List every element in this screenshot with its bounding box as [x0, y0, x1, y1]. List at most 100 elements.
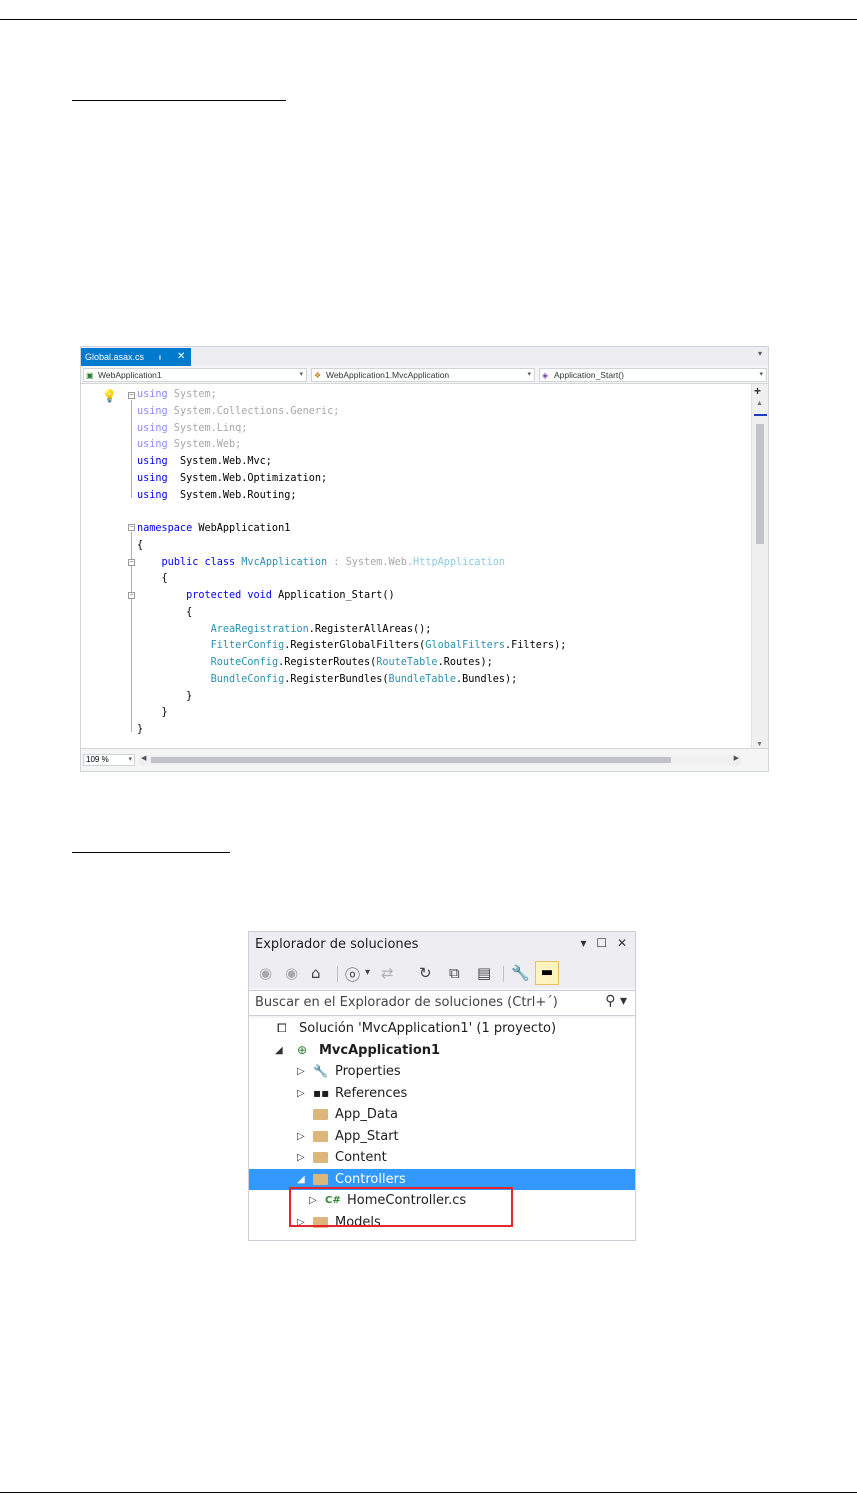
solution-icon: ⧠	[277, 1021, 287, 1035]
class-dropdown[interactable]: ❖ WebApplication1.MvcApplication ▾	[311, 368, 535, 382]
member-dropdown[interactable]: ◈ Application_Start() ▾	[539, 368, 767, 382]
pin-icon[interactable]: ᵻ	[159, 348, 161, 366]
outline-collapse-method[interactable]: −	[128, 592, 135, 599]
collapsed-arrow-icon[interactable]: ▷	[297, 1147, 305, 1168]
tree-item-references[interactable]: ▷ ▪▪ References	[249, 1083, 635, 1105]
zoom-dropdown[interactable]: 109 % ▾	[83, 754, 135, 766]
code-line[interactable]: FilterConfig.RegisterGlobalFilters(Globa…	[137, 638, 567, 654]
code-line[interactable]: using System.Web;	[137, 437, 241, 453]
code-token: System.Linq;	[167, 422, 248, 434]
code-line[interactable]: {	[137, 571, 168, 587]
code-token: AreaRegistration	[210, 623, 309, 635]
code-line[interactable]: protected void Application_Start()	[137, 588, 395, 604]
section-heading-underline-1	[72, 100, 286, 101]
code-line[interactable]: using System.Web.Mvc;	[137, 454, 272, 470]
zoom-level: 109 %	[86, 755, 109, 764]
maximize-icon[interactable]: ☐	[596, 936, 607, 950]
code-token: System.Collections.Generic;	[167, 405, 340, 417]
code-token: .RegisterGlobalFilters(	[284, 640, 426, 652]
highlight-box-homecontroller	[289, 1187, 513, 1227]
close-icon[interactable]: ✕	[177, 348, 185, 366]
code-line[interactable]: public class MvcApplication : System.Web…	[137, 555, 506, 571]
scroll-left-arrow-icon[interactable]: ◀	[141, 754, 146, 762]
tree-item-mvcapplication1[interactable]: ◢ ⊕ MvcApplication1	[249, 1040, 635, 1062]
vertical-scroll-thumb[interactable]	[756, 424, 764, 544]
code-token: System.Web.Routing;	[167, 489, 297, 501]
collapsed-arrow-icon[interactable]: ▷	[297, 1083, 305, 1104]
code-line[interactable]: using System.Web.Optimization;	[137, 471, 327, 487]
tree-item-properties[interactable]: ▷ 🔧 Properties	[249, 1061, 635, 1083]
horizontal-scrollbar[interactable]: ◀ ▶	[139, 755, 741, 765]
code-token: using	[137, 389, 168, 400]
code-line[interactable]: {	[137, 605, 192, 621]
scroll-up-arrow-icon[interactable]: ▲	[756, 400, 763, 407]
tree-item-app-start[interactable]: ▷ App_Start	[249, 1126, 635, 1148]
code-line[interactable]: {	[137, 538, 143, 554]
pending-changes-filter-icon[interactable]: ⓞ	[345, 964, 360, 985]
code-line[interactable]: }	[137, 689, 192, 705]
code-line[interactable]: using System.Linq;	[137, 421, 247, 437]
outline-guide	[131, 400, 132, 498]
code-line[interactable]: }	[137, 705, 168, 721]
project-dropdown[interactable]: ▣ WebApplication1 ▾	[83, 368, 307, 382]
horizontal-scroll-thumb[interactable]	[151, 757, 671, 763]
code-line[interactable]: BundleConfig.RegisterBundles(BundleTable…	[137, 672, 518, 688]
tree-item-app-data[interactable]: App_Data	[249, 1104, 635, 1126]
document-tab-label: Global.asax.cs	[85, 352, 145, 362]
code-line[interactable]: }	[137, 722, 143, 738]
code-token: using	[137, 472, 168, 484]
collapsed-arrow-icon[interactable]: ▷	[297, 1126, 305, 1147]
close-icon[interactable]: ✕	[617, 936, 627, 950]
tab-overflow-chevron-icon[interactable]: ▾	[758, 349, 762, 358]
solution-explorer-search[interactable]: Buscar en el Explorador de soluciones (C…	[249, 990, 635, 1016]
project-icon: ⊕	[297, 1042, 308, 1057]
collapse-all-icon[interactable]: ⧉	[449, 964, 460, 982]
section-heading-underline-2	[72, 852, 230, 853]
code-line[interactable]: using System;	[137, 387, 217, 403]
document-tab-global-asax[interactable]: Global.asax.cs ᵻ ✕	[81, 348, 191, 366]
preview-selected-items-pin-icon[interactable]: ▬	[535, 961, 559, 985]
code-token: System.Web.Mvc;	[167, 456, 272, 467]
code-line[interactable]: using System.Collections.Generic;	[137, 404, 339, 420]
home-icon[interactable]: ⌂	[311, 964, 321, 982]
refresh-icon[interactable]: ↻	[419, 964, 432, 982]
caret-position-marker	[754, 414, 767, 416]
code-line[interactable]: namespace WebApplication1	[137, 521, 290, 537]
window-position-dropdown-icon[interactable]: ▾	[580, 936, 586, 950]
scroll-down-arrow-icon[interactable]: ▼	[756, 741, 763, 748]
code-line[interactable]: AreaRegistration.RegisterAllAreas();	[137, 622, 432, 638]
project-icon: ▣	[86, 371, 94, 380]
bottom-page-rule	[0, 1492, 857, 1493]
expanded-arrow-icon[interactable]: ◢	[275, 1040, 283, 1061]
code-token: RouteTable	[376, 657, 438, 668]
project-dropdown-value: WebApplication1	[98, 370, 162, 380]
show-all-files-icon[interactable]: ▤	[477, 964, 491, 982]
scroll-right-arrow-icon[interactable]: ▶	[734, 754, 739, 762]
search-input[interactable]: Buscar en el Explorador de soluciones (C…	[255, 995, 558, 1010]
outline-collapse-namespace[interactable]: −	[128, 524, 135, 531]
code-token: System.Web;	[167, 439, 242, 451]
code-token: System.Web.Optimization;	[167, 472, 328, 484]
properties-wrench-icon[interactable]: 🔧	[511, 964, 530, 982]
editor-margin	[81, 384, 125, 750]
search-icon[interactable]: ⚲ ▾	[605, 993, 627, 1009]
back-icon[interactable]: ◉	[259, 964, 272, 982]
outline-collapse-class[interactable]: −	[128, 559, 135, 566]
code-line[interactable]: RouteConfig.RegisterRoutes(RouteTable.Ro…	[137, 655, 493, 671]
code-line[interactable]: using System.Web.Routing;	[137, 488, 296, 504]
tree-item-soluci-n-mvcapplication1-1-proyecto[interactable]: ⧠ Solución 'MvcApplication1' (1 proyecto)	[249, 1018, 635, 1040]
code-token: : System.Web.	[327, 556, 414, 568]
forward-icon[interactable]: ◉	[285, 964, 298, 982]
code-token: System;	[167, 389, 217, 400]
vertical-scrollbar[interactable]: + ▲ ▼	[751, 384, 768, 750]
outline-collapse-using[interactable]: −	[128, 392, 135, 399]
chevron-down-icon[interactable]: ▾	[365, 967, 370, 978]
lightbulb-icon[interactable]: 💡	[102, 389, 117, 403]
collapsed-arrow-icon[interactable]: ▷	[297, 1061, 305, 1082]
panel-title: Explorador de soluciones	[255, 937, 419, 952]
code-token: }	[137, 690, 193, 702]
sync-icon[interactable]: ⇄	[381, 964, 394, 982]
tree-item-content[interactable]: ▷ Content	[249, 1147, 635, 1169]
split-plus-icon[interactable]: +	[754, 384, 761, 398]
